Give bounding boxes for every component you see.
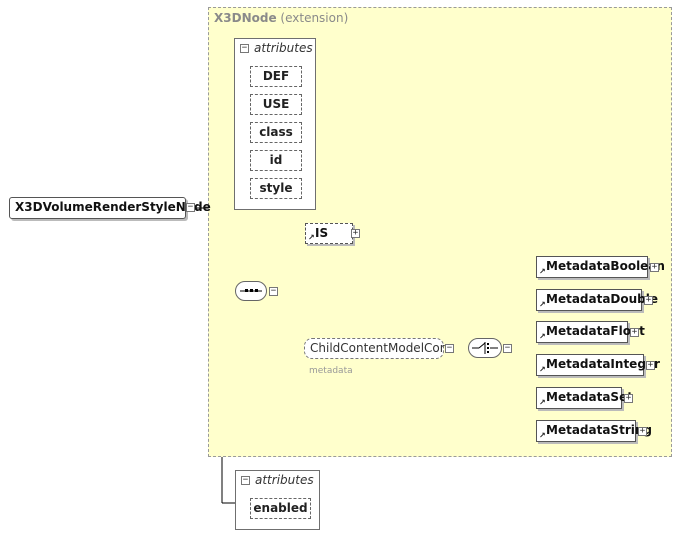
metadata-integer-node[interactable]: ↗ MetadataInteger [536, 354, 660, 376]
collapse-icon[interactable]: − [241, 476, 250, 485]
attribute-def[interactable]: DEF [250, 66, 302, 87]
reference-arrow-icon: ↗ [539, 267, 546, 276]
metadata-double-label: MetadataDouble [546, 292, 659, 306]
child-content-model-core[interactable]: ChildContentModelCore [304, 338, 452, 359]
is-node[interactable]: ↗ IS [305, 223, 353, 244]
expand-icon[interactable]: + [630, 328, 639, 337]
extension-title: X3DNode (extension) [214, 11, 348, 25]
metadata-set-label: MetadataSet [546, 390, 633, 404]
collapse-icon[interactable]: − [240, 44, 249, 53]
collapse-icon[interactable]: − [445, 344, 454, 353]
reference-arrow-icon: ↗ [539, 332, 546, 341]
metadata-boolean-node[interactable]: ↗ MetadataBoolean [536, 256, 665, 278]
reference-arrow-icon: ↗ [539, 365, 546, 374]
root-node[interactable]: X3DVolumeRenderStyleNode [9, 197, 211, 219]
expand-icon[interactable]: + [646, 361, 655, 370]
attribute-id[interactable]: id [250, 150, 302, 171]
metadata-set-node[interactable]: ↗ MetadataSet [536, 387, 633, 409]
collapse-icon[interactable]: − [269, 287, 278, 296]
metadata-double-node[interactable]: ↗ MetadataDouble [536, 289, 658, 311]
metadata-integer-label: MetadataInteger [546, 357, 660, 371]
reference-arrow-icon: ↗ [308, 233, 315, 242]
attributes-header: attributes [254, 41, 313, 55]
choice-icon [472, 342, 498, 354]
is-node-label: IS [315, 226, 329, 240]
reference-arrow-icon: ↗ [539, 300, 546, 309]
attribute-use[interactable]: USE [250, 94, 302, 115]
expand-icon[interactable]: + [638, 427, 647, 436]
collapse-icon[interactable]: − [503, 344, 512, 353]
extension-kind: (extension) [280, 11, 349, 25]
collapse-icon[interactable]: − [186, 203, 195, 212]
sequence-compositor[interactable] [235, 281, 267, 301]
metadata-string-node[interactable]: ↗ MetadataString [536, 420, 652, 442]
core-group-subtitle: metadata [309, 366, 353, 376]
expand-icon[interactable]: + [644, 296, 653, 305]
attribute-style[interactable]: style [250, 178, 302, 199]
reference-arrow-icon: ↗ [539, 431, 546, 440]
expand-icon[interactable]: + [650, 263, 659, 272]
attribute-class[interactable]: class [250, 122, 302, 143]
attributes-header: attributes [255, 473, 314, 487]
metadata-string-label: MetadataString [546, 423, 652, 437]
reference-arrow-icon: ↗ [539, 398, 546, 407]
sequence-icon [240, 289, 262, 292]
metadata-boolean-label: MetadataBoolean [546, 259, 665, 273]
expand-icon[interactable]: + [351, 229, 360, 238]
extension-name: X3DNode [214, 11, 277, 25]
choice-compositor[interactable] [468, 338, 502, 358]
attribute-enabled[interactable]: enabled [250, 498, 311, 519]
metadata-float-node[interactable]: ↗ MetadataFloat [536, 321, 645, 343]
expand-icon[interactable]: + [624, 394, 633, 403]
